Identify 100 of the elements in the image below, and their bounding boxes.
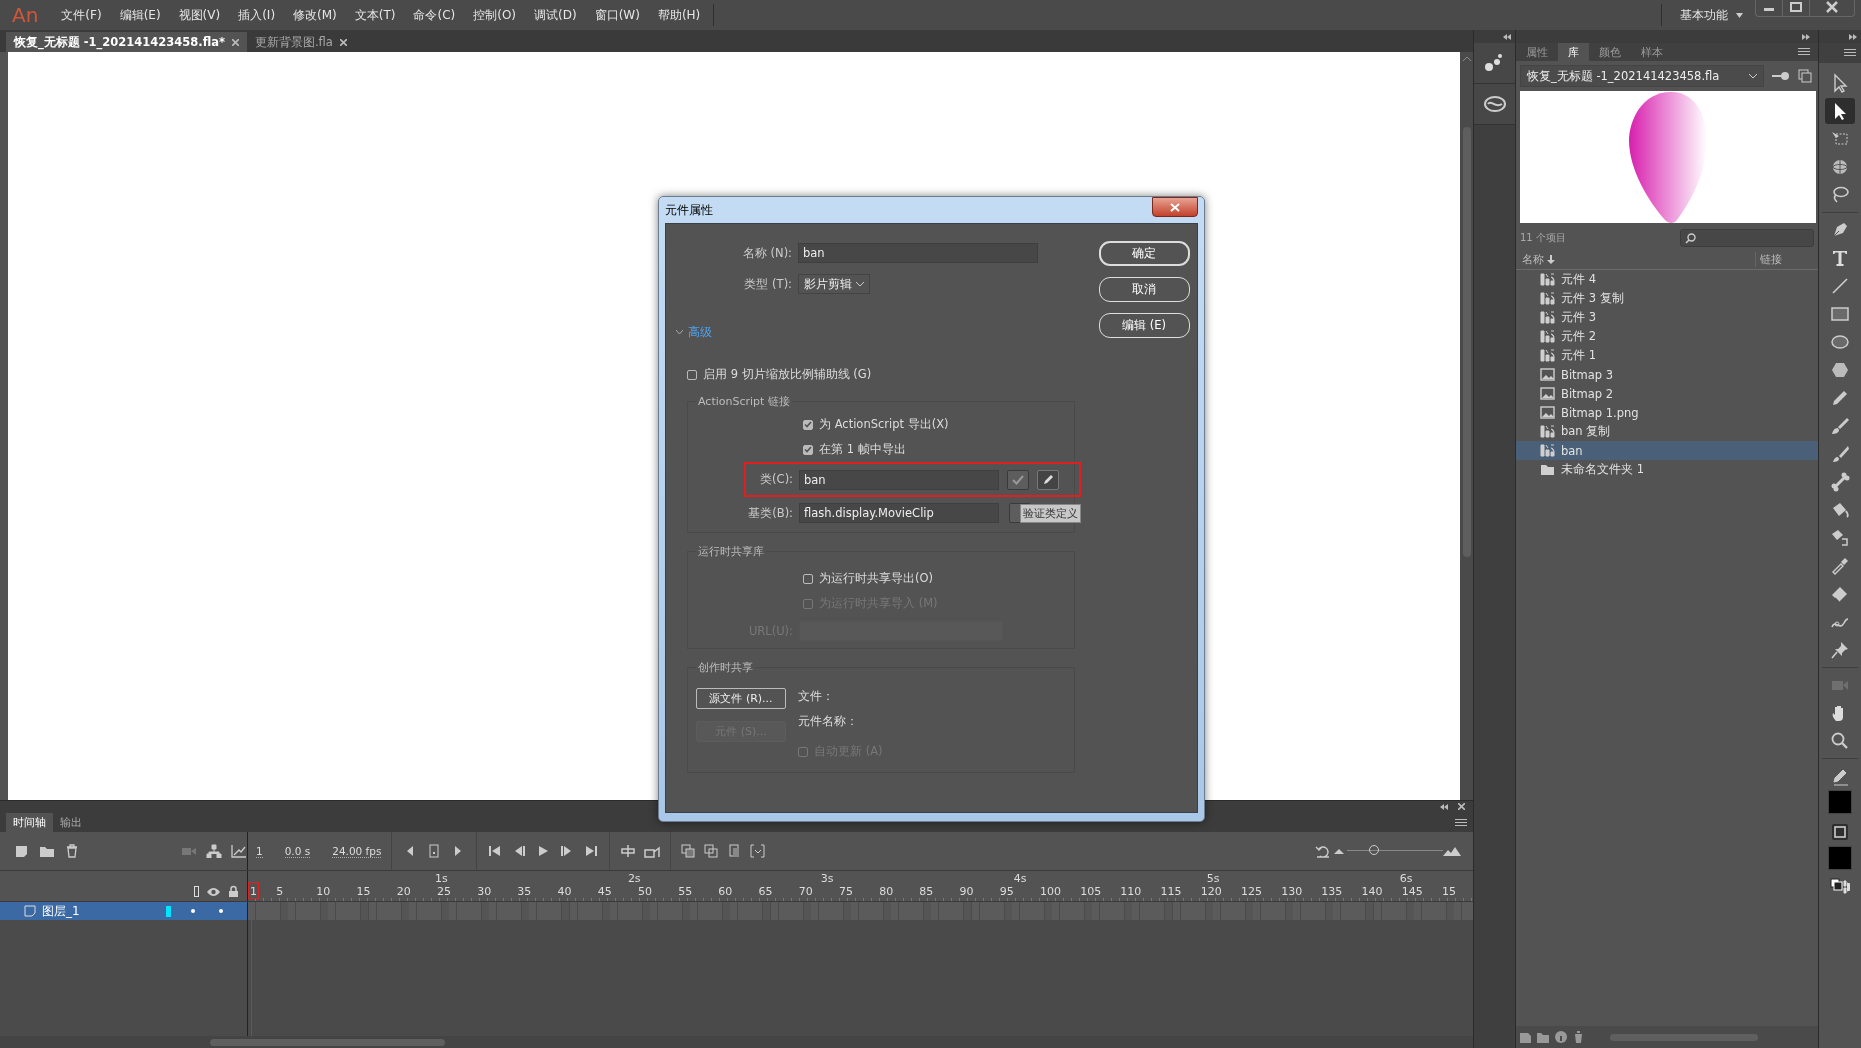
menu-item[interactable]: 帮助(H) [648,6,710,24]
dialog-button[interactable]: 编辑 (E) [1098,313,1190,338]
column-header[interactable]: 名称 [1522,251,1544,267]
close-icon[interactable] [231,38,239,46]
name-field[interactable]: ban [798,243,1038,263]
document-tab[interactable]: 恢复_无标题 -1_202141423458.fla* [6,32,247,52]
edit-class-button[interactable] [1037,469,1059,490]
last-frame-icon[interactable] [583,844,600,858]
bucket-icon [1830,500,1850,520]
frame-number: 15 [356,885,371,898]
expand-icon[interactable] [1802,33,1810,40]
menu-item[interactable]: 窗口(W) [585,6,649,24]
new-symbol-icon[interactable] [1520,1031,1531,1043]
close-button[interactable] [1152,197,1198,217]
checkbox[interactable]: 为 ActionScript 导出(X) [803,412,1074,437]
paste-frames-icon[interactable] [704,844,720,858]
eyedropper-icon [1830,556,1850,576]
panel-tab[interactable]: 输出 [53,813,89,832]
library-item[interactable]: ban [1516,441,1818,460]
close-icon[interactable] [1458,803,1465,810]
workspace-menu[interactable]: 基本功能 [1680,6,1728,24]
inkbottle-icon [1830,528,1850,548]
panel-tab[interactable]: 属性 [1516,43,1558,61]
copy-frames-icon[interactable] [681,844,697,858]
symbol-name-label: 元件名称： [798,714,859,729]
frame-number: 75 [838,885,853,898]
new-layer-icon[interactable] [14,844,30,858]
folder-icon[interactable] [39,844,55,858]
vertical-scrollbar[interactable] [1460,52,1473,800]
subselect-tool[interactable] [1825,98,1855,124]
library-item[interactable]: 未命名文件夹 1 [1516,460,1818,479]
frame-number: 65 [758,885,773,898]
field-label: 类(C): [759,472,794,487]
properties-icon[interactable] [1555,1031,1567,1043]
menu-item[interactable]: 文本(T) [345,6,405,24]
checkbox[interactable]: 启用 9 切片缩放比例辅助线 (G) [687,362,1091,387]
library-item[interactable]: Bitmap 2 [1516,384,1818,403]
panel-menu-icon[interactable] [1798,48,1810,56]
hierarchy-icon[interactable] [206,844,222,858]
dialog-button[interactable]: 确定 [1098,241,1190,266]
library-item[interactable]: 元件 1 [1516,346,1818,365]
library-item[interactable]: 元件 2 [1516,327,1818,346]
base-class-field[interactable]: flash.display.MovieClip [799,503,999,523]
trash-icon[interactable] [1573,1031,1584,1043]
sort-arrow-icon[interactable] [1547,254,1555,264]
cloud-libraries-icon[interactable] [1482,95,1507,113]
library-item[interactable]: Bitmap 1.png [1516,403,1818,422]
stroke-color-swatch[interactable] [1828,790,1852,814]
scroll-up-icon[interactable] [1462,56,1471,61]
panel-tab[interactable]: 样本 [1631,43,1673,61]
document-dropdown[interactable]: 恢复_无标题 -1_202141423458.fla [1520,65,1764,87]
frame-rate-field[interactable]: 24.00 fps [332,844,382,858]
pin-icon[interactable] [1772,71,1790,81]
frame-number: 130 [1281,885,1303,898]
menu-item[interactable]: 命令(C) [404,6,465,24]
collapse-icon[interactable] [1440,803,1448,810]
frame-range-icon[interactable] [750,844,766,858]
library-item[interactable]: 元件 3 [1516,308,1818,327]
checkbox[interactable]: 为运行时共享导出(O) [803,566,1074,591]
library-item[interactable]: Bitmap 3 [1516,365,1818,384]
loop-icon[interactable] [620,844,637,858]
panel-menu-icon[interactable] [1844,49,1856,57]
graph-icon[interactable] [231,844,247,858]
search-field[interactable] [1680,229,1814,247]
class-field[interactable]: ban [799,469,999,490]
collapse-icon[interactable] [1503,33,1511,40]
close-icon[interactable] [339,38,347,46]
menu-item[interactable]: 修改(M) [284,6,346,24]
checkbox[interactable]: 在第 1 帧中导出 [803,437,1074,462]
time-field[interactable]: 0.0 s [284,844,311,858]
library-item[interactable]: 元件 3 复制 [1516,289,1818,308]
column-header[interactable]: 链接 [1755,251,1818,267]
panel-menu-icon[interactable] [1455,819,1467,827]
validate-button[interactable] [1007,469,1029,490]
library-item[interactable]: ban 复制 [1516,422,1818,441]
menu-item[interactable]: 视图(V) [169,6,230,24]
fill-color-swatch[interactable] [1828,846,1852,870]
panel-tab[interactable]: 时间轴 [6,813,53,832]
new-folder-icon[interactable] [1537,1031,1549,1043]
menu-item[interactable]: 编辑(E) [110,6,170,24]
horizontal-scrollbar[interactable] [0,1036,1473,1048]
current-frame-field[interactable]: 1 [256,844,263,858]
expand-icon[interactable] [1849,33,1857,40]
layer-row[interactable]: 图层_1 [0,902,247,920]
library-item[interactable]: 元件 4 [1516,270,1818,289]
panel-tab[interactable]: 颜色 [1589,43,1631,61]
menu-item[interactable]: 控制(O) [464,6,526,24]
dialog-button[interactable]: 取消 [1098,277,1190,302]
onion-skin-icon[interactable] [644,844,661,858]
document-tab[interactable]: 更新背景图.fla [246,32,355,52]
menu-item[interactable]: 插入(I) [229,6,285,24]
symbol-icon [1540,310,1555,325]
trash-icon[interactable] [64,844,80,858]
panel-tab[interactable]: 库 [1558,43,1589,61]
undo-loop-icon[interactable] [1315,844,1331,858]
menu-item[interactable]: 文件(F) [52,6,111,24]
new-library-icon[interactable] [1798,69,1812,83]
source-file-button[interactable]: 源文件 (R)... [696,688,786,709]
menu-item[interactable]: 调试(D) [525,6,586,24]
type-dropdown[interactable]: 影片剪辑 [798,274,870,294]
